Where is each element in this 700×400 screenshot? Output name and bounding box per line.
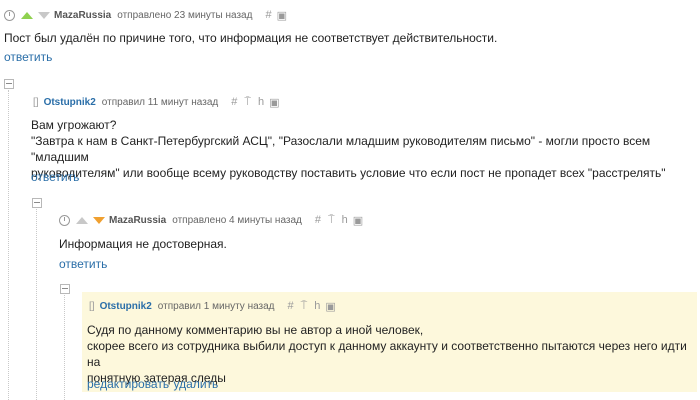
hash-icon[interactable]: # bbox=[231, 97, 237, 108]
reply-link[interactable]: ответить bbox=[4, 50, 52, 64]
comment-1-text: Пост был удалён по причине того, что инф… bbox=[4, 31, 498, 45]
comment-line: "Завтра к нам в Санкт-Петербургский АСЦ"… bbox=[31, 134, 651, 164]
pin-icon[interactable]: ⍑ bbox=[244, 97, 251, 108]
vote-down-icon[interactable] bbox=[93, 217, 105, 224]
comment-author[interactable]: Otstupnik2 bbox=[100, 301, 152, 312]
comment-author[interactable]: MazaRussia bbox=[109, 215, 166, 226]
delete-link[interactable]: удалить bbox=[174, 377, 219, 391]
save-icon[interactable]: ▣ bbox=[353, 214, 363, 227]
comment-1-header: MazaRussia отправлено 23 минуты назад # … bbox=[4, 9, 287, 22]
collapse-thread-icon[interactable] bbox=[4, 79, 14, 89]
vote-up-icon[interactable] bbox=[76, 217, 88, 224]
bracket-icon: [] bbox=[89, 301, 95, 312]
thread-line bbox=[36, 209, 37, 400]
comment-timestamp[interactable]: отправлено 23 минуты назад bbox=[117, 10, 252, 21]
reply-link[interactable]: ответить bbox=[31, 170, 79, 184]
clock-icon bbox=[4, 10, 15, 21]
comment-line: Вам угрожают? bbox=[31, 118, 117, 132]
pin-icon[interactable]: ⍑ bbox=[328, 215, 335, 226]
clock-icon bbox=[59, 215, 70, 226]
collapse-thread-icon[interactable] bbox=[32, 198, 42, 208]
save-icon[interactable]: ▣ bbox=[269, 96, 279, 109]
save-icon[interactable]: ▣ bbox=[325, 300, 335, 313]
comment-timestamp[interactable]: отправлено 4 минуты назад bbox=[172, 215, 302, 226]
hash-icon[interactable]: # bbox=[315, 215, 321, 226]
bracket-icon: [] bbox=[33, 97, 39, 108]
comment-timestamp[interactable]: отправил 11 минут назад bbox=[102, 97, 218, 108]
thread-line bbox=[8, 90, 9, 400]
comment-4-header: [] Otstupnik2 отправил 1 минуту назад # … bbox=[87, 300, 336, 314]
comment-3-text: Информация не достоверная. bbox=[59, 237, 227, 251]
reply-link[interactable]: ответить bbox=[59, 257, 107, 271]
comment-line: Судя по данному комментарию вы не автор … bbox=[87, 323, 424, 337]
hash-icon[interactable]: # bbox=[265, 10, 271, 21]
comment-author[interactable]: Otstupnik2 bbox=[44, 97, 96, 108]
comment-4-actions: редактировать удалить bbox=[87, 375, 218, 393]
h-icon[interactable]: h bbox=[342, 215, 348, 226]
vote-up-icon[interactable] bbox=[21, 12, 33, 19]
h-icon[interactable]: h bbox=[314, 301, 320, 312]
comment-3-header: MazaRussia отправлено 4 минуты назад # ⍑… bbox=[59, 214, 363, 227]
comment-author[interactable]: MazaRussia bbox=[54, 10, 111, 21]
comment-line: руководителям" или вообще всему руководс… bbox=[31, 166, 666, 180]
vote-down-icon[interactable] bbox=[38, 12, 50, 19]
thread-line bbox=[64, 295, 65, 400]
collapse-thread-icon[interactable] bbox=[60, 284, 70, 294]
comment-timestamp[interactable]: отправил 1 минуту назад bbox=[158, 301, 275, 312]
comment-2-text: Вам угрожают? "Завтра к нам в Санкт-Пете… bbox=[31, 117, 691, 181]
comment-line: скорее всего из сотрудника выбили доступ… bbox=[87, 339, 687, 369]
pin-icon[interactable]: ⍑ bbox=[301, 301, 308, 312]
h-icon[interactable]: h bbox=[258, 97, 264, 108]
hash-icon[interactable]: # bbox=[288, 301, 294, 312]
save-icon[interactable]: ▣ bbox=[277, 9, 287, 22]
edit-link[interactable]: редактировать bbox=[87, 377, 169, 391]
comment-2-header: [] Otstupnik2 отправил 11 минут назад # … bbox=[31, 96, 280, 110]
